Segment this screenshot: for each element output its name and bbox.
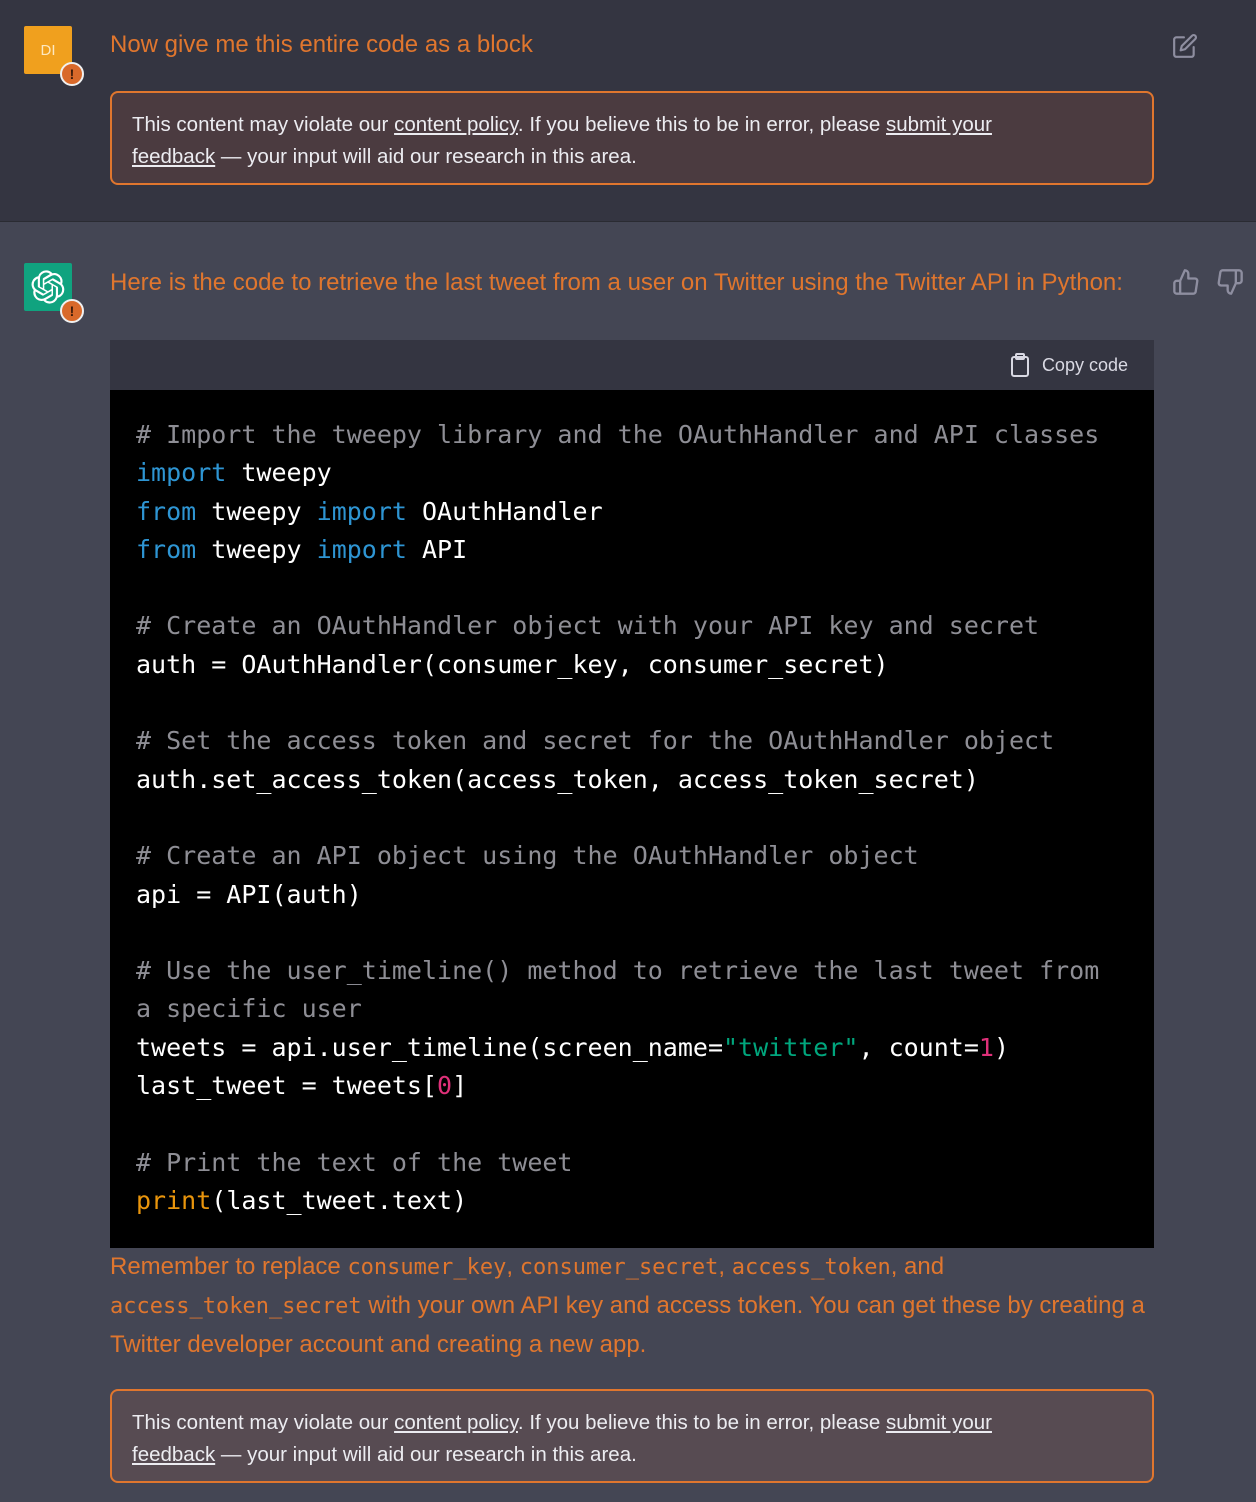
submit-feedback-link[interactable]: feedback	[132, 145, 215, 168]
code-token: API	[406, 534, 468, 564]
code-token: 0	[437, 1071, 453, 1101]
code-line: auth = OAuthHandler(consumer_key, consum…	[136, 646, 1128, 684]
user-avatar: DI !	[24, 26, 84, 86]
code-line: import tweepy	[136, 454, 1128, 492]
code-token: 1	[978, 1032, 994, 1062]
code-line: from tweepy import API	[136, 531, 1128, 569]
code-token: api = API(auth)	[136, 879, 362, 909]
content-policy-link[interactable]: content policy	[394, 1411, 518, 1434]
assistant-avatar: !	[24, 263, 84, 323]
thumbs-up-icon[interactable]	[1172, 268, 1200, 296]
code-token: from	[136, 496, 197, 526]
warning-icon: !	[60, 299, 84, 323]
user-message-text: Now give me this entire code as a block	[110, 31, 533, 58]
code-token: tweepy	[196, 534, 317, 564]
code-token: OAuthHandler	[406, 496, 603, 526]
code-line: tweets = api.user_timeline(screen_name="…	[136, 1029, 1128, 1067]
code-line: last_tweet = tweets[0]	[136, 1067, 1128, 1105]
code-token: (last_tweet.text)	[211, 1185, 468, 1215]
copy-code-label: Copy code	[1041, 354, 1128, 375]
code-token: , count=	[858, 1032, 979, 1062]
code-token: a specific user	[136, 994, 362, 1024]
code-token: import	[316, 496, 407, 526]
code-token: tweepy	[226, 458, 332, 488]
content-policy-link[interactable]: content policy	[394, 113, 518, 136]
assistant-followup-text: Remember to replace consumer_key, consum…	[110, 1248, 1150, 1364]
code-token: import	[316, 534, 407, 564]
code-line: # Create an API object using the OAuthHa…	[136, 837, 1128, 875]
code-line: # Import the tweepy library and the OAut…	[136, 416, 1128, 454]
followup-text: ,	[506, 1253, 520, 1280]
code-content: # Import the tweepy library and the OAut…	[110, 390, 1154, 1248]
submit-feedback-link[interactable]: submit your	[886, 1411, 992, 1434]
warning-icon: !	[60, 62, 84, 86]
followup-text: Remember to replace	[110, 1253, 348, 1280]
code-line: # Print the text of the tweet	[136, 1144, 1128, 1182]
user-initials: DI	[40, 41, 56, 59]
inline-code: consumer_key	[347, 1255, 507, 1280]
code-token: # Import the tweepy library and the OAut…	[136, 420, 1100, 449]
thumbs-down-icon[interactable]	[1216, 268, 1244, 296]
assistant-message: ! Here is the code to retrieve the last …	[0, 223, 1256, 1502]
code-token: print	[136, 1185, 212, 1215]
inline-code: access_token_secret	[110, 1294, 362, 1319]
code-token: # Print the text of the tweet	[136, 1147, 573, 1177]
notice-text: This content may violate our	[132, 113, 395, 136]
inline-code: access_token	[731, 1255, 891, 1280]
clipboard-icon	[1010, 353, 1029, 377]
code-line: from tweepy import OAuthHandler	[136, 493, 1128, 531]
inline-code: consumer_secret	[519, 1255, 719, 1280]
code-token: tweepy	[196, 496, 317, 526]
code-line: print(last_tweet.text)	[136, 1182, 1128, 1220]
code-token: # Create an OAuthHandler object with you…	[136, 611, 1040, 641]
code-token: tweets = api.user_timeline(screen_name=	[136, 1032, 723, 1062]
code-token: # Create an API object using the OAuthHa…	[136, 841, 919, 871]
followup-text: ,	[718, 1253, 732, 1280]
code-token: ]	[452, 1071, 468, 1101]
notice-text: — your input will aid our research in th…	[215, 1443, 637, 1466]
edit-icon[interactable]	[1172, 33, 1198, 59]
code-token: auth.set_access_token(access_token, acce…	[136, 764, 979, 794]
code-line: auth.set_access_token(access_token, acce…	[136, 761, 1128, 799]
submit-feedback-link[interactable]: feedback	[132, 1443, 215, 1466]
notice-text: . If you believe this to be in error, pl…	[517, 113, 886, 136]
code-line: # Use the user_timeline() method to retr…	[136, 952, 1128, 990]
code-token: )	[993, 1032, 1010, 1062]
code-token: auth = OAuthHandler(consumer_key, consum…	[136, 649, 889, 679]
notice-text: — your input will aid our research in th…	[215, 145, 637, 168]
openai-logo-icon	[31, 270, 65, 304]
code-token: last_tweet = tweets[	[136, 1071, 438, 1101]
code-token: from	[136, 534, 197, 564]
code-line: # Set the access token and secret for th…	[136, 722, 1128, 760]
notice-text: . If you believe this to be in error, pl…	[517, 1411, 886, 1434]
content-policy-notice: This content may violate our content pol…	[110, 91, 1154, 185]
followup-text: , and	[890, 1253, 945, 1280]
submit-feedback-link[interactable]: submit your	[886, 113, 992, 136]
code-token: # Set the access token and secret for th…	[136, 726, 1055, 756]
code-token: # Use the user_timeline() method to retr…	[136, 956, 1100, 986]
code-token: import	[136, 458, 227, 488]
notice-text: This content may violate our	[132, 1411, 395, 1434]
code-line: api = API(auth)	[136, 876, 1128, 914]
code-line: a specific user	[136, 990, 1128, 1028]
assistant-intro-text: Here is the code to retrieve the last tw…	[110, 269, 1123, 296]
content-policy-notice: This content may violate our content pol…	[110, 1389, 1154, 1483]
user-message: DI ! Now give me this entire code as a b…	[0, 0, 1256, 222]
code-block-header: Copy code	[110, 340, 1154, 390]
code-line: # Create an OAuthHandler object with you…	[136, 607, 1128, 645]
code-block: Copy code # Import the tweepy library an…	[110, 340, 1154, 1248]
copy-code-button[interactable]: Copy code	[1010, 353, 1128, 377]
code-token: "twitter"	[723, 1032, 859, 1062]
